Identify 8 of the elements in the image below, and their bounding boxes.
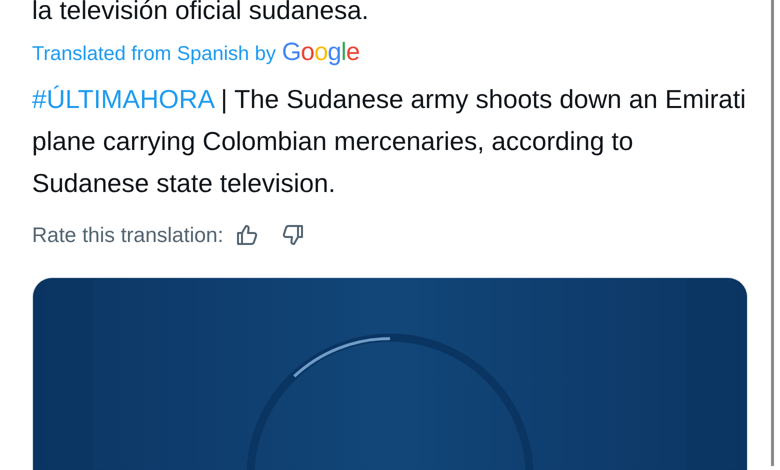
translated-text: #ÚLTIMAHORA | The Sudanese army shoots down an Emirati plane carrying Colombian mercenaries, according to Sudanese state television. (32, 82, 747, 200)
translated-label[interactable]: Translated from Spanish by (32, 39, 276, 69)
tweet-text: la televisión oficial sudanesa. (32, 0, 370, 24)
thumbs-down-icon[interactable] (281, 223, 306, 248)
hashtag-link[interactable]: #ÚLTIMAHORA (32, 84, 214, 114)
google-logo: Google (282, 37, 360, 68)
rate-label: Rate this translation: (32, 222, 224, 248)
thumbs-up-icon[interactable] (235, 223, 260, 248)
